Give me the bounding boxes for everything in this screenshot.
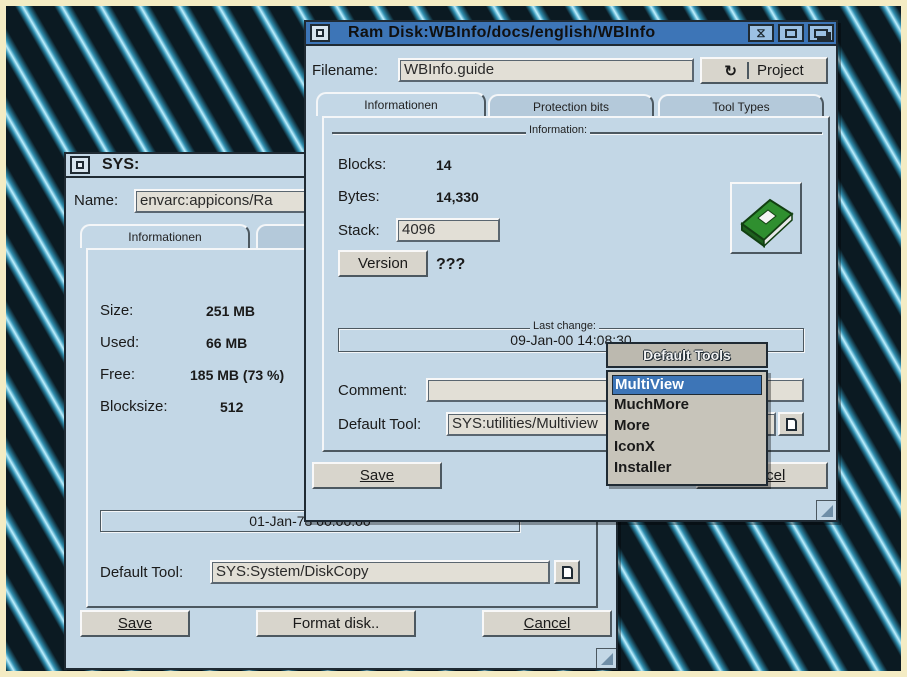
type-cycle-button[interactable]: ↻ Project [700, 57, 828, 84]
size-label: Size: [100, 302, 134, 319]
tab-label: Tool Types [712, 100, 770, 114]
file-requester-icon[interactable] [554, 560, 580, 584]
blocks-value: 14 [436, 157, 452, 173]
resize-handle[interactable] [816, 500, 836, 520]
information-group-title: Information: [526, 124, 591, 136]
bytes-value: 14,330 [436, 189, 479, 205]
blocksize-value: 512 [220, 399, 244, 415]
tab-protection-bits[interactable]: Protection bits [488, 94, 654, 118]
sys-window-title: SYS: [102, 156, 140, 173]
tab-label: Protection bits [532, 100, 610, 114]
cycle-icon: ↻ [724, 62, 737, 80]
bytes-label: Bytes: [338, 188, 380, 205]
stack-field[interactable]: 4096 [396, 218, 500, 242]
stack-label: Stack: [338, 222, 380, 239]
menu-item-iconx[interactable]: IconX [612, 438, 762, 458]
default-tool-label: Default Tool: [338, 416, 422, 433]
close-icon[interactable] [70, 156, 90, 174]
save-button[interactable]: Save [312, 462, 442, 489]
filename-label: Filename: [312, 62, 378, 79]
tab-informationen[interactable]: Informationen [80, 224, 250, 248]
free-value: 185 MB (73 %) [190, 367, 285, 383]
used-value: 66 MB [206, 335, 248, 351]
default-tool-field[interactable]: SYS:System/DiskCopy [210, 560, 550, 584]
tab-tool-types[interactable]: Tool Types [658, 94, 824, 118]
save-button[interactable]: Save [80, 610, 190, 637]
iconify-icon[interactable]: ⧖ [748, 24, 774, 42]
blocks-label: Blocks: [338, 156, 387, 173]
zoom-icon[interactable] [778, 24, 804, 42]
type-label: Project [746, 62, 804, 79]
file-requester-icon[interactable] [778, 412, 804, 436]
menu-item-more[interactable]: More [612, 417, 762, 437]
ram-window-titlebar[interactable]: Ram Disk:WBInfo/docs/english/WBInfo ⧖ [306, 22, 836, 46]
comment-label: Comment: [338, 382, 408, 399]
tab-label: Informationen [128, 230, 202, 244]
version-button[interactable]: Version [338, 250, 428, 277]
version-value: ??? [436, 256, 466, 273]
ram-window-title: Ram Disk:WBInfo/docs/english/WBInfo [348, 24, 656, 41]
name-label: Name: [74, 192, 119, 209]
default-tool-label: Default Tool: [100, 564, 184, 581]
default-tools-menu-title: Default Tools [606, 342, 768, 368]
used-label: Used: [100, 334, 140, 351]
close-icon[interactable] [310, 24, 330, 42]
blocksize-label: Blocksize: [100, 398, 168, 415]
default-tools-menu: MultiView MuchMore More IconX Installer [606, 370, 768, 486]
menu-item-muchmore[interactable]: MuchMore [612, 396, 762, 416]
last-change-title: Last change: [530, 320, 599, 332]
filename-field[interactable]: WBInfo.guide [398, 58, 694, 82]
cancel-button[interactable]: Cancel [482, 610, 612, 637]
menu-item-multiview[interactable]: MultiView [612, 375, 762, 395]
book-icon[interactable] [730, 182, 802, 254]
free-label: Free: [100, 366, 136, 383]
size-value: 251 MB [206, 303, 256, 319]
resize-handle[interactable] [596, 648, 616, 668]
format-disk-button[interactable]: Format disk.. [256, 610, 416, 637]
tab-label: Informationen [364, 98, 438, 112]
tab-informationen[interactable]: Informationen [316, 92, 486, 116]
depth-icon[interactable] [808, 24, 834, 42]
menu-item-installer[interactable]: Installer [612, 459, 762, 479]
